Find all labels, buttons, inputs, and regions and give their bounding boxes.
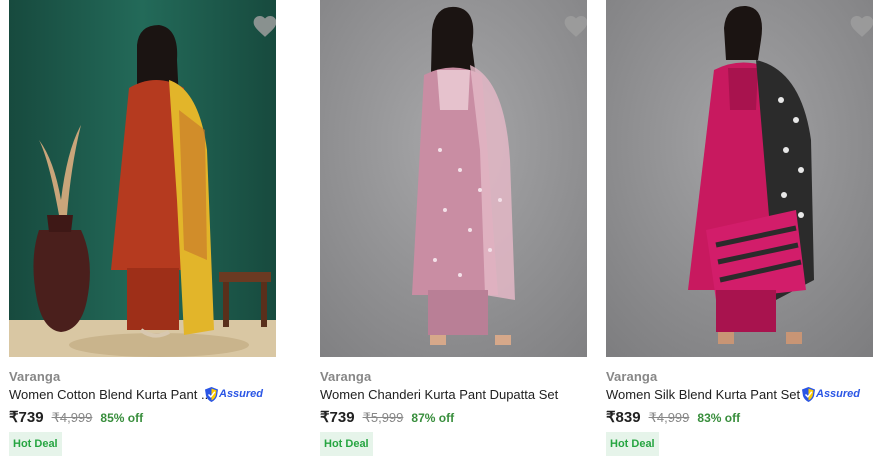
price-row: ₹739 ₹5,999 87% off [320, 408, 454, 426]
product-title[interactable]: Women Silk Blend Kurta Pant Set [606, 387, 800, 402]
product-image[interactable] [9, 0, 276, 357]
hot-deal-badge: Hot Deal [606, 432, 659, 456]
price-row: ₹739 ₹4,999 85% off [9, 408, 143, 426]
wishlist-heart-icon[interactable] [849, 14, 873, 38]
product-card[interactable]: Varanga Women Cotton Blend Kurta Pant ..… [9, 0, 276, 456]
original-price: ₹4,999 [51, 410, 93, 425]
product-title[interactable]: Women Cotton Blend Kurta Pant ... [9, 387, 212, 402]
selling-price: ₹839 [606, 409, 641, 426]
product-image[interactable] [606, 0, 873, 357]
discount-percent: 85% off [100, 411, 144, 425]
product-brand: Varanga [606, 369, 658, 384]
assured-badge: Assured [205, 385, 263, 403]
selling-price: ₹739 [9, 409, 44, 426]
product-image[interactable] [320, 0, 587, 357]
assured-badge: Assured [802, 385, 860, 403]
price-row: ₹839 ₹4,999 83% off [606, 408, 740, 426]
selling-price: ₹739 [320, 409, 355, 426]
product-card[interactable]: Varanga Women Silk Blend Kurta Pant Set … [606, 0, 873, 456]
assured-label: Assured [219, 388, 264, 400]
assured-shield-icon [205, 386, 218, 402]
hot-deal-badge: Hot Deal [320, 432, 373, 456]
product-brand: Varanga [320, 369, 372, 384]
wishlist-heart-icon[interactable] [563, 14, 587, 38]
product-card[interactable]: Varanga Women Chanderi Kurta Pant Dupatt… [320, 0, 587, 456]
assured-label: Assured [816, 388, 861, 400]
hot-deal-badge: Hot Deal [9, 432, 62, 456]
discount-percent: 83% off [697, 411, 741, 425]
original-price: ₹5,999 [362, 410, 404, 425]
product-title[interactable]: Women Chanderi Kurta Pant Dupatta Set [320, 387, 558, 402]
assured-shield-icon [802, 386, 815, 402]
original-price: ₹4,999 [648, 410, 690, 425]
wishlist-heart-icon[interactable] [252, 14, 276, 38]
discount-percent: 87% off [411, 411, 455, 425]
product-brand: Varanga [9, 369, 61, 384]
